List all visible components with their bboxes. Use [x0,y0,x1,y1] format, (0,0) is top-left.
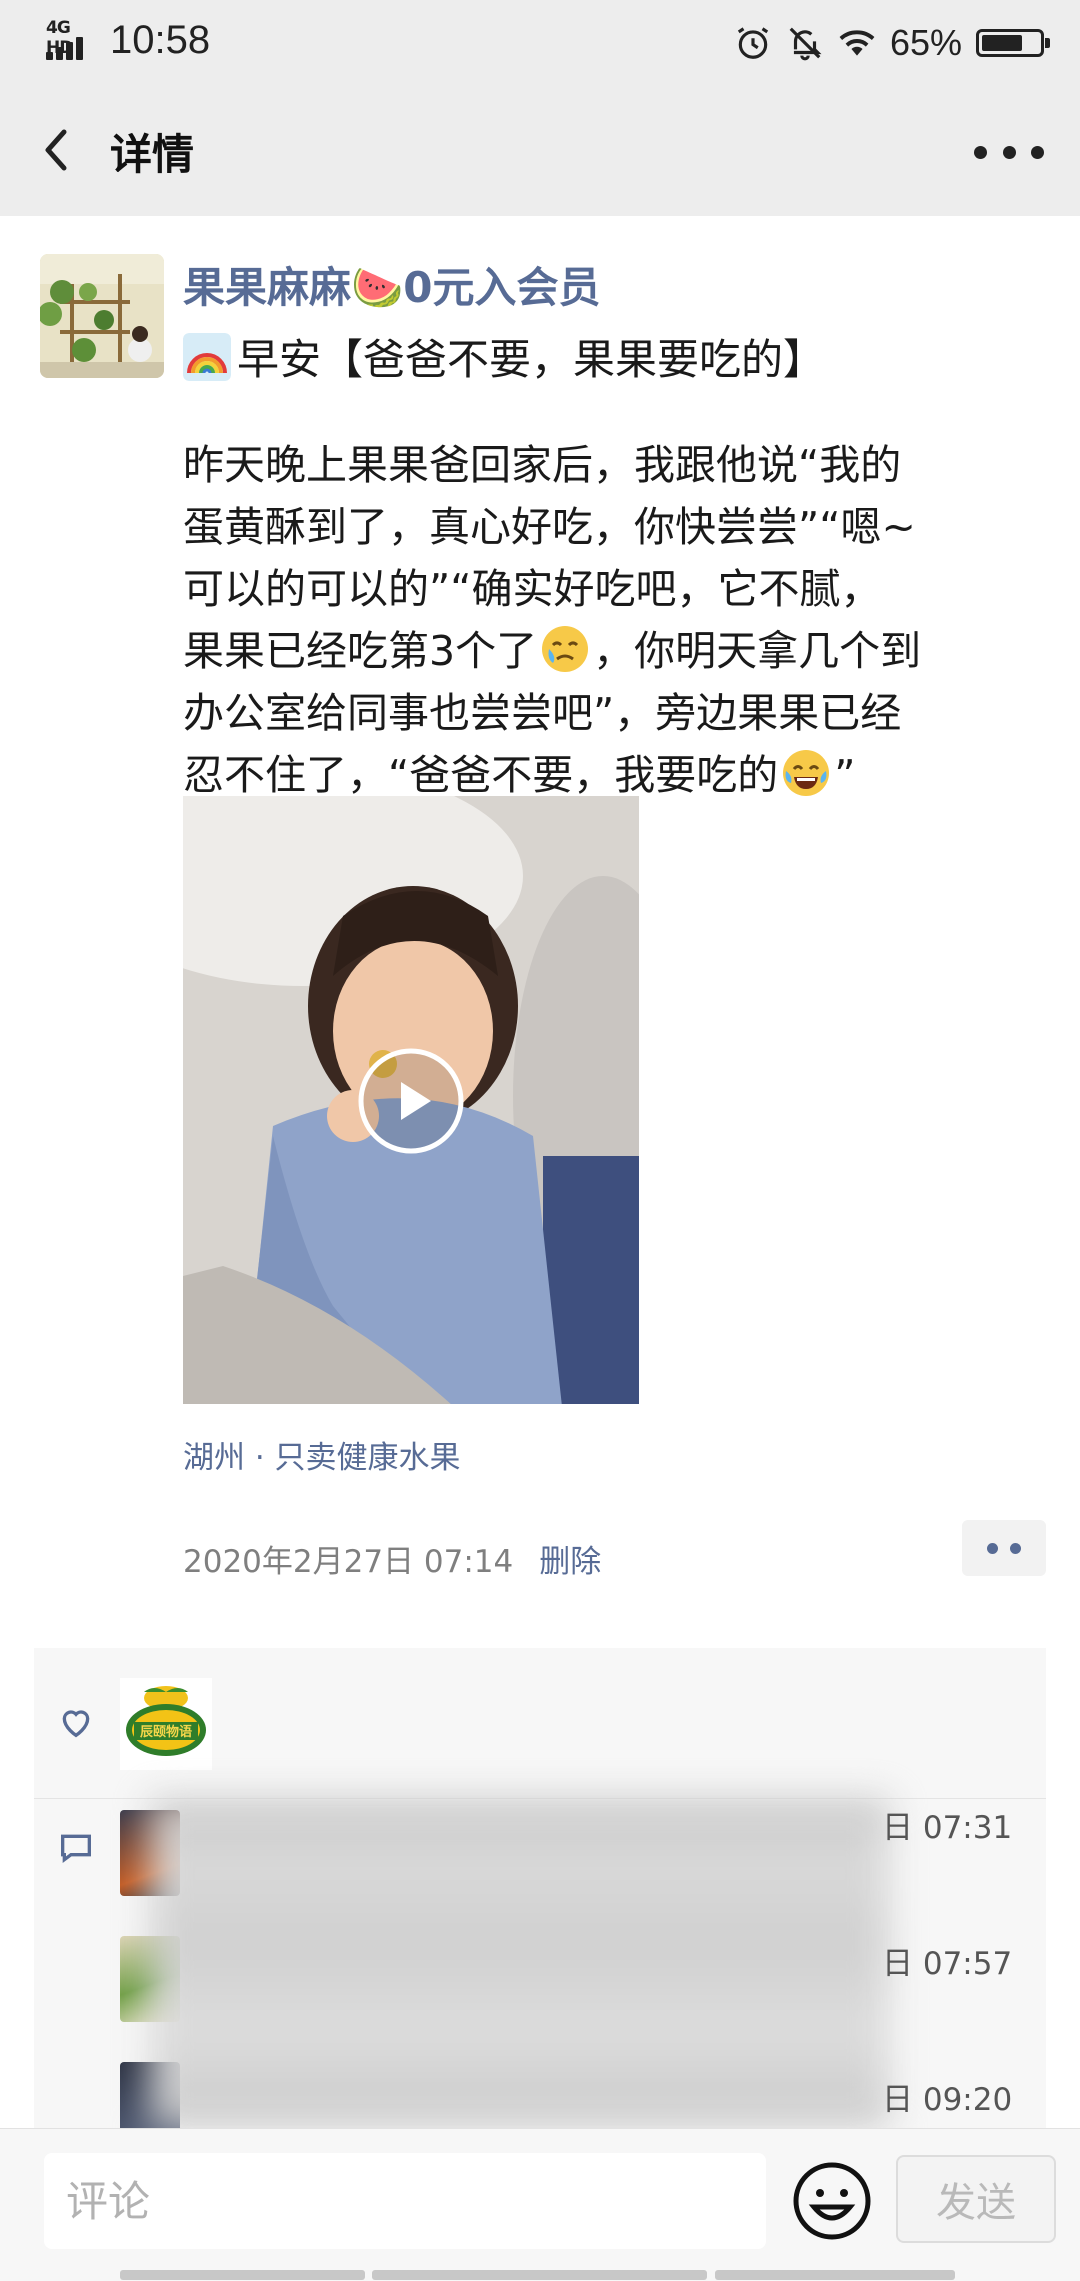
delete-link[interactable]: 删除 [539,1544,601,1580]
post-meta: 2020年2月27日 07:14 删除 [183,1536,601,1581]
signal-icon: 4G HD [46,18,96,60]
battery-percent: 65% [889,22,962,63]
back-chevron-icon[interactable] [30,118,86,182]
post-title-line: 早安【爸爸不要，果果要吃的】 [183,326,825,387]
dot-icon [1010,1542,1021,1554]
comment-time: 日 07:57 [882,1946,1013,1982]
comment-input[interactable] [44,2153,766,2249]
post-body-text: 果果已经吃第3个了 [183,627,538,675]
dot-icon [987,1542,998,1554]
post-body: 昨天晚上果果爸回家后，我跟他说“我的 蛋黄酥到了，真心好吃，你快尝尝”“嗯~ 可… [183,434,1053,806]
liker-avatar[interactable]: 辰颐物语 [120,1678,212,1770]
battery-icon [976,29,1050,57]
post-title: 早安【爸爸不要，果果要吃的】 [237,335,826,384]
interaction-panel: 辰颐物语 日 07:31 日 07:57 日 09:20 [34,1648,1046,2128]
post-body-line: 蛋黄酥到了，真心好吃，你快尝尝”“嗯~ [183,503,916,551]
post-body-text: ，你明天拿几个到 [593,627,922,675]
page-title: 详情 [110,130,195,179]
plant-shelf-image [40,254,164,378]
more-dot-icon [974,145,987,159]
svg-text:辰颐物语: 辰颐物语 [140,1724,192,1740]
post-body-text: 忍不住了，“爸爸不要，我要吃的 [183,751,779,799]
status-time: 10:58 [110,18,211,62]
post-actions-button[interactable] [962,1520,1046,1576]
send-button[interactable]: 发送 [896,2155,1056,2243]
comment-time: 日 07:31 [882,1810,1013,1846]
crying-face-icon [542,626,589,672]
more-dot-icon [1002,145,1016,159]
heart-icon [62,1710,90,1738]
post-location[interactable]: 湖州 · 只卖健康水果 [183,1432,461,1477]
comment-bar: 发送 [0,2128,1080,2281]
play-icon[interactable] [356,1046,466,1156]
post-body-line: 办公室给同事也尝尝吧”，旁边果果已经 [183,689,902,737]
bottom-strip [372,2270,707,2280]
post-body-line: 可以的可以的”“确实好吃吧，它不腻， [183,565,882,613]
status-bar: 4G HD 10:58 65% [0,0,1080,88]
video-thumbnail[interactable] [183,796,639,1404]
mute-icon [789,27,822,61]
tears-of-joy-icon [783,750,830,796]
post-body-text: ” [834,751,856,799]
nav-bar: 详情 [0,88,1080,216]
bottom-strip [715,2270,955,2280]
comment-time: 日 09:20 [882,2082,1013,2118]
post-author-name[interactable]: 果果麻麻🍉0元入会员 [183,254,601,315]
bottom-strip [120,2270,365,2280]
alarm-icon [737,27,769,59]
blurred-comments [150,1798,890,2128]
comment-icon [61,1834,91,1863]
post-body-line: 昨天晚上果果爸回家后，我跟他说“我的 [183,441,902,489]
more-dot-icon [1031,145,1044,159]
wifi-icon [839,30,875,56]
author-avatar[interactable] [40,254,164,378]
post-timestamp: 2020年2月27日 07:14 [183,1544,514,1580]
more-options-button[interactable] [974,132,1044,172]
smile-icon[interactable] [790,2159,874,2243]
post-body-line: 果果已经吃第3个了 ，你明天拿几个到 [183,620,1053,682]
rainbow-icon [183,332,231,381]
brand-logo-image: 辰颐物语 [120,1678,212,1770]
